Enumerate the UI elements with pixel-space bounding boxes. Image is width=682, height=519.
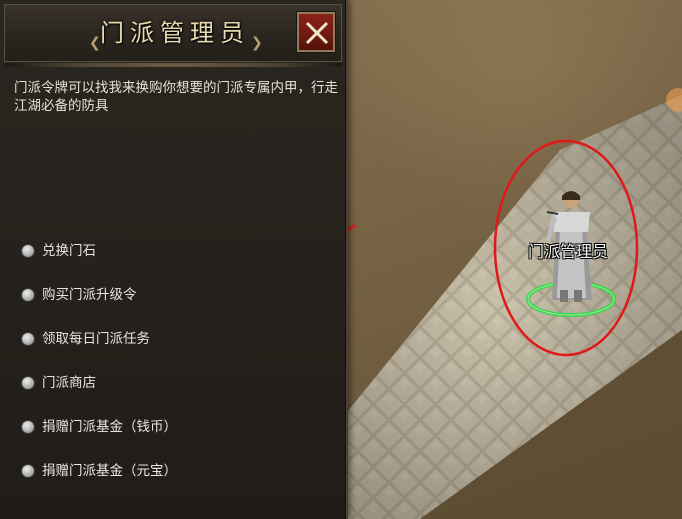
option-daily-sect-quest[interactable]: 领取每日门派任务 — [22, 327, 177, 371]
radio-bullet-icon — [22, 289, 34, 301]
option-donate-coins[interactable]: 捐赠门派基金（钱币） — [22, 415, 177, 459]
radio-bullet-icon — [22, 377, 34, 389]
option-donate-ingots[interactable]: 捐赠门派基金（元宝） — [22, 459, 177, 503]
game-scene: 门派管理员 ❮ ❯ 门派管理员 门派令牌可以找我来换购你想要的门派专属内甲，行走… — [0, 0, 682, 519]
dialog-options-list: 兑换门石 购买门派升级令 领取每日门派任务 门派商店 捐赠门派基金（钱币） 捐赠… — [22, 239, 177, 503]
radio-bullet-icon — [22, 421, 34, 433]
option-exchange-gate-stone[interactable]: 兑换门石 — [22, 239, 177, 283]
radio-bullet-icon — [22, 245, 34, 257]
option-label[interactable]: 领取每日门派任务 — [42, 327, 150, 351]
option-label[interactable]: 兑换门石 — [42, 239, 96, 263]
radio-bullet-icon — [22, 465, 34, 477]
close-button[interactable] — [297, 12, 335, 52]
dialog-description: 门派令牌可以找我来换购你想要的门派专属内甲，行走江湖必备的防具 — [14, 80, 338, 114]
radio-bullet-icon — [22, 333, 34, 345]
option-label[interactable]: 捐赠门派基金（钱币） — [42, 415, 177, 439]
option-label[interactable]: 门派商店 — [42, 371, 96, 395]
npc-dialog-panel: ❮ ❯ 门派管理员 门派令牌可以找我来换购你想要的门派专属内甲，行走江湖必备的防… — [0, 0, 348, 519]
option-buy-upgrade-token[interactable]: 购买门派升级令 — [22, 283, 177, 327]
npc-name-label: 门派管理员 — [527, 242, 608, 261]
close-x-icon — [305, 21, 329, 45]
option-sect-shop[interactable]: 门派商店 — [22, 371, 177, 415]
option-label[interactable]: 捐赠门派基金（元宝） — [42, 459, 177, 483]
option-label[interactable]: 购买门派升级令 — [42, 283, 137, 307]
